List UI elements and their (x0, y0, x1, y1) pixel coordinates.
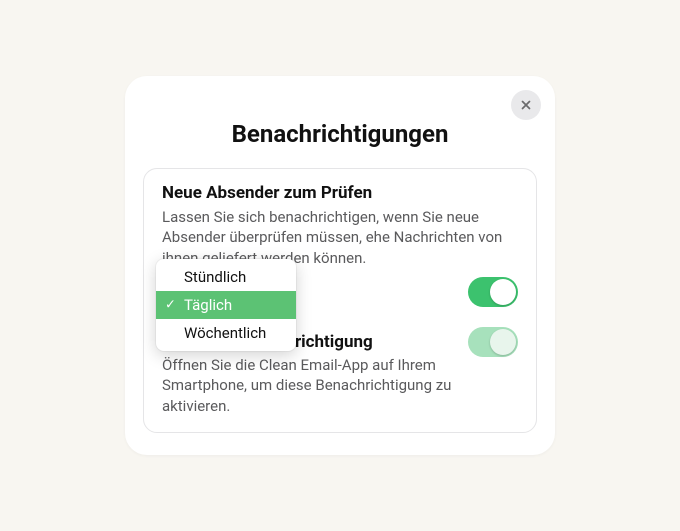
frequency-dropdown[interactable]: Stündlich ✓ Täglich Wöchentlich (156, 259, 296, 351)
section-title: Neue Absender zum Prüfen (162, 183, 518, 203)
dropdown-option-weekly[interactable]: Wöchentlich (156, 319, 296, 347)
settings-panel: Neue Absender zum Prüfen Lassen Sie sich… (143, 168, 537, 433)
modal-title: Benachrichtigungen (143, 120, 537, 148)
notifications-modal: Benachrichtigungen Neue Absender zum Prü… (125, 76, 555, 455)
section-description: Lassen Sie sich benachrichtigen, wenn Si… (162, 207, 518, 267)
close-button[interactable] (511, 90, 541, 120)
toggle-knob (490, 279, 516, 305)
push-description: Öffnen Sie die Clean Email-App auf Ihrem… (162, 355, 518, 416)
push-toggle[interactable] (468, 327, 518, 357)
email-toggle[interactable] (468, 277, 518, 307)
dropdown-option-hourly[interactable]: Stündlich (156, 263, 296, 291)
close-icon (519, 98, 533, 112)
check-icon: ✓ (165, 298, 176, 313)
dropdown-option-daily[interactable]: ✓ Täglich (156, 291, 296, 319)
toggle-knob (490, 329, 516, 355)
